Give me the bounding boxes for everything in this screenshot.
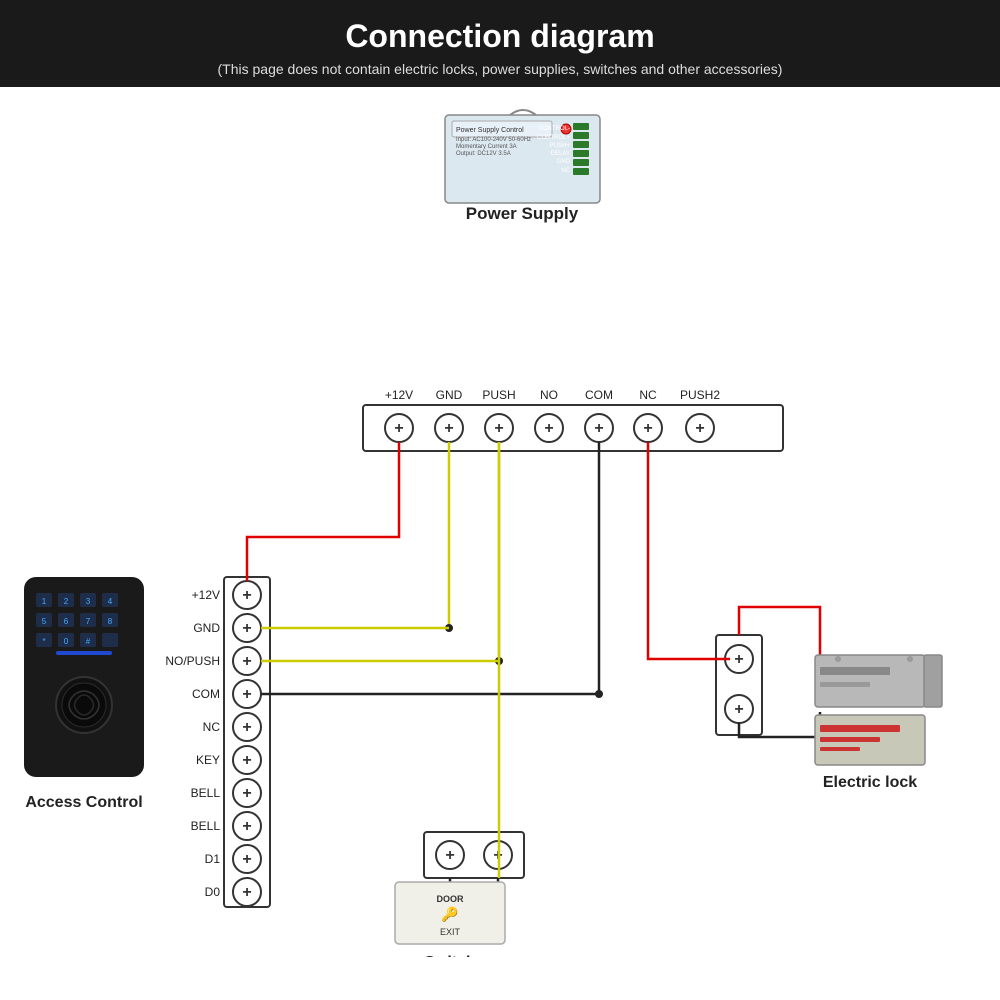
svg-text:+: + (695, 420, 704, 437)
svg-text:PUSH2: PUSH2 (680, 388, 720, 402)
svg-text:DELAY: DELAY (551, 151, 570, 157)
svg-text:+: + (445, 847, 454, 864)
svg-text:CONTROL-: CONTROL- (539, 126, 570, 132)
svg-text:NC: NC (203, 720, 221, 734)
svg-text:GND: GND (436, 388, 463, 402)
svg-text:BELL: BELL (191, 786, 221, 800)
svg-text:Switch: Switch (424, 954, 476, 957)
svg-text:1: 1 (42, 597, 47, 606)
svg-text:+: + (242, 719, 251, 736)
diagram-area: Power Supply Control Input: AC100-240V 5… (0, 87, 1000, 957)
svg-text:🔑: 🔑 (441, 905, 459, 923)
svg-text:COM: COM (585, 388, 613, 402)
svg-text:2: 2 (64, 597, 69, 606)
svg-text:Access Control: Access Control (25, 794, 142, 811)
svg-text:+: + (242, 620, 251, 637)
svg-text:NO: NO (540, 388, 558, 402)
svg-text:6: 6 (64, 617, 69, 626)
svg-text:PUSH+: PUSH+ (550, 143, 571, 149)
svg-text:+: + (643, 420, 652, 437)
svg-text:Output: DC12V 3.5A: Output: DC12V 3.5A (456, 151, 511, 157)
svg-text:+: + (734, 651, 743, 668)
svg-text:Input: AC100-240V 50-60Hz: Input: AC100-240V 50-60Hz (456, 137, 531, 143)
svg-text:CONTROL+: CONTROL+ (537, 135, 570, 141)
svg-text:+: + (242, 818, 251, 835)
svg-text:Momentary Current 3A: Momentary Current 3A (456, 144, 517, 150)
svg-text:BELL: BELL (191, 819, 221, 833)
svg-text:NC: NC (639, 388, 657, 402)
svg-text:PUSH: PUSH (482, 388, 515, 402)
svg-text:+: + (444, 420, 453, 437)
svg-text:+: + (494, 420, 503, 437)
svg-text:+: + (242, 884, 251, 901)
svg-text:Power Supply: Power Supply (466, 204, 579, 223)
svg-text:NO/PUSH: NO/PUSH (165, 654, 220, 668)
svg-text:+12V: +12V (385, 388, 413, 402)
svg-text:D1: D1 (205, 852, 221, 866)
svg-text:*: * (42, 637, 45, 646)
svg-text:5: 5 (42, 617, 47, 626)
svg-text:+: + (544, 420, 553, 437)
page-container: Connection diagram (This page does not c… (0, 0, 1000, 1000)
svg-text:COM: COM (192, 687, 220, 701)
svg-text:GND: GND (193, 621, 220, 635)
svg-text:+: + (242, 587, 251, 604)
header-subtitle: (This page does not contain electric loc… (10, 61, 990, 77)
svg-text:Power Supply Control: Power Supply Control (456, 127, 524, 134)
svg-text:+: + (594, 420, 603, 437)
svg-text:+: + (734, 701, 743, 718)
page-title: Connection diagram (10, 18, 990, 55)
header: Connection diagram (This page does not c… (0, 0, 1000, 87)
svg-text:0: 0 (64, 637, 69, 646)
svg-text:NC: NC (561, 168, 570, 174)
wiring-diagram: Power Supply Control Input: AC100-240V 5… (0, 87, 1000, 957)
svg-text:+12V: +12V (192, 588, 220, 602)
svg-text:#: # (86, 637, 91, 646)
svg-text:EXIT: EXIT (440, 927, 461, 937)
svg-text:7: 7 (86, 617, 91, 626)
svg-text:DOOR: DOOR (437, 894, 465, 904)
svg-text:KEY: KEY (196, 753, 220, 767)
svg-text:+: + (242, 752, 251, 769)
svg-text:Electric lock: Electric lock (823, 774, 917, 791)
svg-text:+: + (242, 851, 251, 868)
svg-text:GND: GND (557, 159, 571, 165)
svg-text:8: 8 (108, 617, 113, 626)
svg-text:3: 3 (86, 597, 91, 606)
svg-text:+: + (242, 785, 251, 802)
svg-text:D0: D0 (205, 885, 221, 899)
svg-text:+: + (242, 686, 251, 703)
svg-text:4: 4 (108, 597, 113, 606)
svg-text:+: + (394, 420, 403, 437)
svg-text:+: + (242, 653, 251, 670)
